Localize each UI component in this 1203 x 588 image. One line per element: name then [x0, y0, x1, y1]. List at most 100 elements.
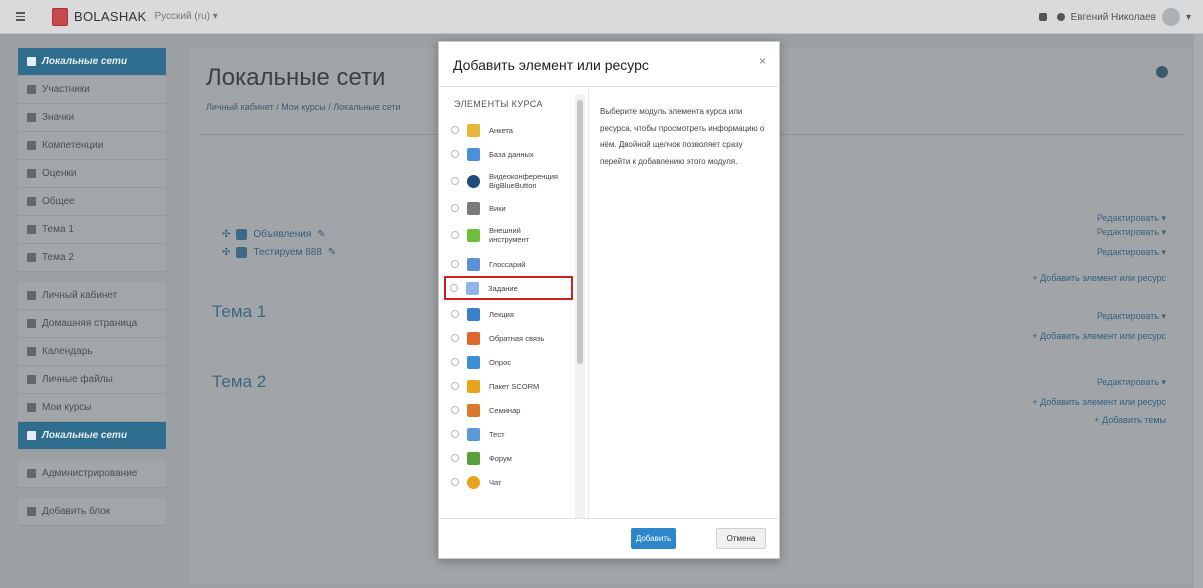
- add-topics-link[interactable]: + Добавить темы: [1094, 415, 1166, 425]
- edit-menu-topic-1[interactable]: Редактировать ▾: [1097, 311, 1166, 322]
- module-option-forum[interactable]: Форум: [447, 446, 573, 470]
- user-name[interactable]: Евгений Николаев: [1071, 12, 1156, 23]
- module-label: Лекция: [489, 309, 514, 319]
- nav-item-participants[interactable]: Участники: [18, 76, 166, 104]
- link-label: Добавить элемент или ресурс: [1040, 273, 1166, 283]
- radio-button[interactable]: [451, 406, 459, 414]
- link-label: Добавить элемент или ресурс: [1040, 397, 1166, 407]
- module-list-scrollbar[interactable]: [575, 94, 585, 518]
- activity-forum[interactable]: ✣ Объявления ✎: [222, 229, 326, 240]
- nav-item-home[interactable]: Домашняя страница: [18, 310, 166, 338]
- page-scrollbar[interactable]: [1194, 34, 1203, 588]
- module-option-chat[interactable]: Чат: [447, 470, 573, 494]
- radio-button[interactable]: [451, 478, 459, 486]
- edit-menu-activity-2[interactable]: Редактировать ▾: [1097, 247, 1166, 258]
- user-menu-caret[interactable]: ▾: [1186, 12, 1191, 23]
- edit-menu-topic-2[interactable]: Редактировать ▾: [1097, 377, 1166, 388]
- site-logo[interactable]: [52, 7, 68, 26]
- radio-button[interactable]: [451, 310, 459, 318]
- dialog-header: Добавить элемент или ресурс ×: [439, 42, 779, 87]
- module-label: Обратная связь: [489, 333, 545, 343]
- module-option-glossary[interactable]: Глоссарий: [447, 252, 573, 276]
- module-option-feedback[interactable]: Обратная связь: [447, 326, 573, 350]
- nav-item-badges[interactable]: Значки: [18, 104, 166, 132]
- nav-item-current-course[interactable]: Локальные сети: [18, 422, 166, 450]
- radio-button[interactable]: [451, 150, 459, 158]
- top-navbar: BOLASHAK Русский (ru) ▾ Евгений Николаев…: [0, 0, 1203, 34]
- nav-item-topic-1[interactable]: Тема 1: [18, 216, 166, 244]
- quiz-icon: [467, 427, 480, 441]
- nav-item-general[interactable]: Общее: [18, 188, 166, 216]
- avatar[interactable]: [1161, 8, 1180, 26]
- radio-button[interactable]: [451, 430, 459, 438]
- nav-item-calendar[interactable]: Календарь: [18, 338, 166, 366]
- radio-button[interactable]: [451, 126, 459, 134]
- module-option-choice[interactable]: Опрос: [447, 350, 573, 374]
- module-option-workshop[interactable]: Семинар: [447, 398, 573, 422]
- radio-button[interactable]: [451, 454, 459, 462]
- add-block-button[interactable]: Добавить блок: [18, 498, 166, 526]
- close-icon[interactable]: ×: [759, 54, 766, 68]
- nav-item-course[interactable]: Локальные сети: [18, 48, 166, 76]
- nav-item-my-courses[interactable]: Мои курсы: [18, 394, 166, 422]
- language-menu[interactable]: Русский (ru) ▾: [154, 11, 217, 22]
- nav-item-grades[interactable]: Оценки: [18, 160, 166, 188]
- module-label: Глоссарий: [489, 259, 526, 269]
- module-label: Чат: [489, 477, 502, 487]
- site-name[interactable]: BOLASHAK: [74, 9, 146, 24]
- menu-toggle-icon[interactable]: [12, 8, 32, 26]
- module-option-bigbluebutton[interactable]: Видеоконференция BigBlueButton: [447, 166, 573, 196]
- module-option-wiki[interactable]: Вики: [447, 196, 573, 220]
- add-activity-link[interactable]: + Добавить элемент или ресурс: [1032, 397, 1166, 407]
- radio-button[interactable]: [451, 204, 459, 212]
- nav-label: Оценки: [42, 168, 77, 179]
- edit-menu-activity-1[interactable]: Редактировать ▾: [1097, 227, 1166, 238]
- activity-name[interactable]: Тестируем 888: [253, 247, 322, 258]
- module-option-quiz[interactable]: Тест: [447, 422, 573, 446]
- add-button[interactable]: Добавить: [631, 528, 676, 549]
- plus-icon: +: [1032, 331, 1041, 341]
- move-icon[interactable]: ✣: [222, 247, 230, 258]
- nav-item-topic-2[interactable]: Тема 2: [18, 244, 166, 272]
- gear-icon[interactable]: [1156, 66, 1168, 78]
- pencil-icon[interactable]: ✎: [317, 229, 325, 240]
- cancel-button[interactable]: Отмена: [716, 528, 766, 549]
- nav-item-private-files[interactable]: Личные файлы: [18, 366, 166, 394]
- radio-button[interactable]: [451, 260, 459, 268]
- edit-menu-general[interactable]: Редактировать ▾: [1097, 213, 1166, 224]
- nav-label: Мои курсы: [42, 402, 92, 413]
- section-title[interactable]: Тема 2: [212, 372, 266, 392]
- nav-label: Участники: [42, 84, 90, 95]
- module-label: Видеоконференция BigBlueButton: [489, 172, 558, 190]
- breadcrumb[interactable]: Личный кабинет / Мои курсы / Локальные с…: [206, 102, 401, 112]
- radio-button[interactable]: [451, 177, 459, 185]
- radio-button[interactable]: [451, 334, 459, 342]
- scrollbar-thumb[interactable]: [577, 100, 583, 364]
- messages-icon[interactable]: [1056, 13, 1065, 21]
- module-option-scorm[interactable]: Пакет SCORM: [447, 374, 573, 398]
- module-option-database[interactable]: База данных: [447, 142, 573, 166]
- activity-name[interactable]: Объявления: [253, 229, 311, 240]
- radio-button[interactable]: [451, 231, 459, 239]
- add-activity-link[interactable]: + Добавить элемент или ресурс: [1032, 331, 1166, 341]
- radio-button[interactable]: [451, 382, 459, 390]
- nav-item-competencies[interactable]: Компетенции: [18, 132, 166, 160]
- move-icon[interactable]: ✣: [222, 229, 230, 240]
- nav-item-dashboard[interactable]: Личный кабинет: [18, 282, 166, 310]
- notifications-icon[interactable]: [1038, 13, 1047, 21]
- section-title[interactable]: Тема 1: [212, 302, 266, 322]
- add-activity-link[interactable]: + Добавить элемент или ресурс: [1032, 273, 1166, 283]
- module-option-lti[interactable]: Внешний инструмент: [447, 220, 573, 250]
- module-option-assignment[interactable]: Задание: [444, 276, 573, 300]
- pencil-icon[interactable]: ✎: [328, 247, 336, 258]
- glossary-icon: [467, 257, 480, 271]
- forum-icon: [467, 451, 480, 465]
- module-option-survey[interactable]: Анкета: [447, 118, 573, 142]
- radio-button[interactable]: [451, 358, 459, 366]
- dialog-title: Добавить элемент или ресурс: [453, 57, 649, 73]
- link-label: Добавить элемент или ресурс: [1040, 331, 1166, 341]
- radio-button[interactable]: [450, 284, 458, 292]
- nav-item-admin[interactable]: Администрирование: [18, 460, 166, 488]
- activity-bbb[interactable]: ✣ Тестируем 888 ✎: [222, 247, 336, 258]
- module-option-lesson[interactable]: Лекция: [447, 302, 573, 326]
